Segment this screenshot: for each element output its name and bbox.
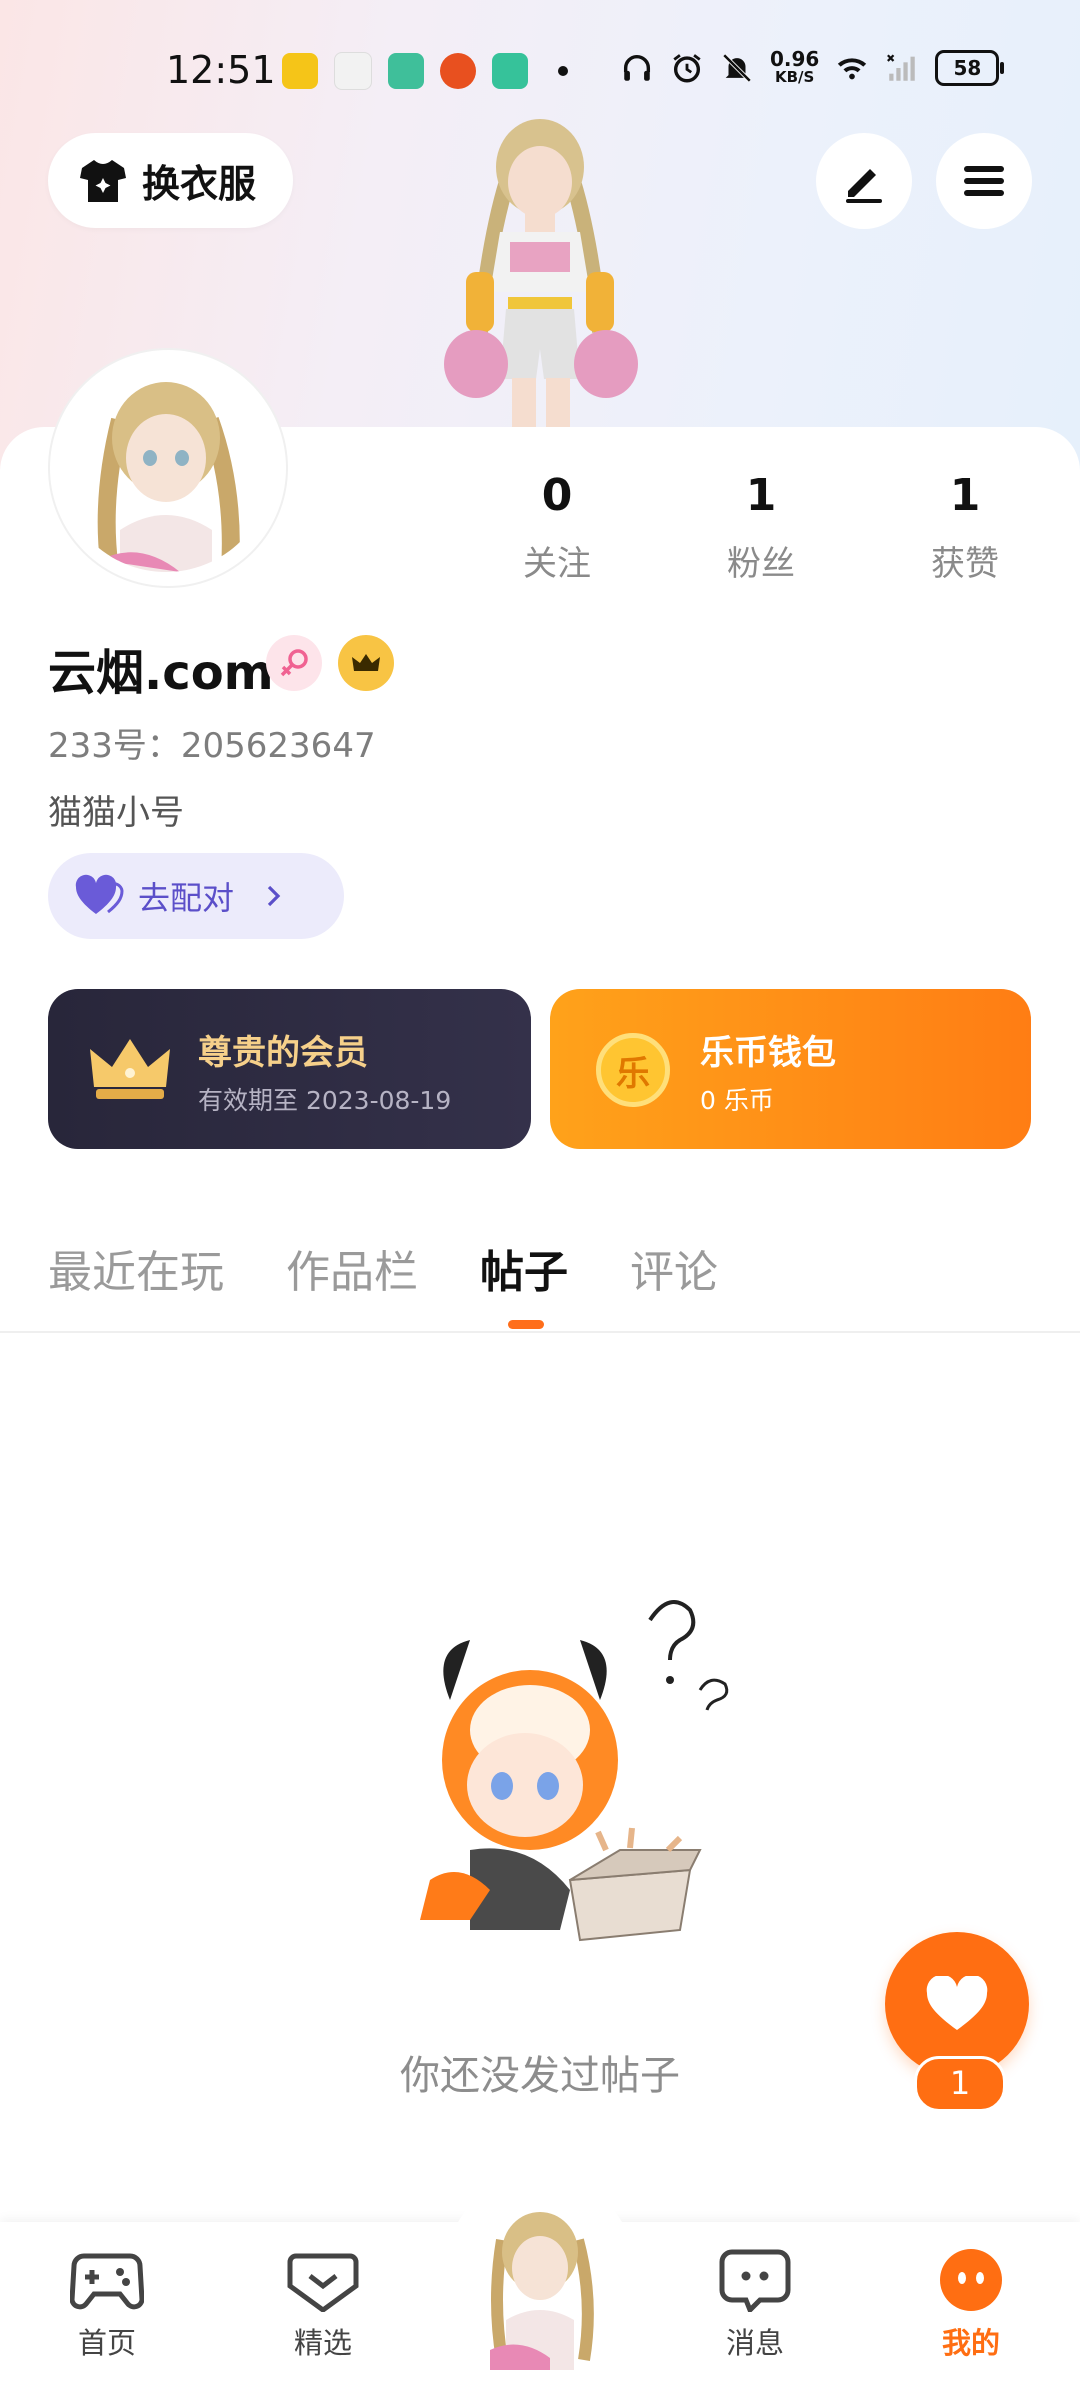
change-outfit-label: 换衣服 — [142, 162, 257, 206]
battery-level: 58 — [953, 56, 982, 80]
nav-home[interactable]: 首页 — [47, 2248, 167, 2362]
following-count: 0 — [541, 470, 573, 521]
active-tab-indicator — [508, 1320, 544, 1329]
username: 云烟.com — [48, 645, 274, 701]
wifi-icon — [838, 58, 867, 80]
stat-likes[interactable]: 1 获赞 — [890, 468, 1040, 585]
app-notification-icon — [334, 52, 372, 90]
likes-count: 1 — [949, 470, 981, 521]
nav-messages[interactable]: 消息 — [695, 2248, 815, 2362]
tshirt-icon — [80, 159, 126, 202]
network-speed-unit: KB/S — [775, 68, 815, 86]
system-icons: 0.96 KB/S 58 — [620, 47, 1005, 86]
nav-avatar[interactable] — [470, 2200, 610, 2370]
network-speed-value: 0.96 — [770, 47, 820, 71]
alarm-icon — [673, 54, 701, 83]
avatar-mini-image — [490, 2212, 594, 2370]
tabs-divider — [0, 1331, 1080, 1333]
mute-bell-icon — [722, 53, 752, 83]
chevron-right-icon — [267, 885, 281, 907]
following-label: 关注 — [523, 544, 591, 584]
tab-posts[interactable]: 帖子 — [480, 1236, 568, 1300]
wallet-balance: 0 乐币 — [700, 1086, 774, 1115]
empty-state-illustration — [420, 1600, 729, 1942]
app-notification-icon — [388, 53, 424, 89]
nav-me[interactable]: 我的 — [911, 2248, 1031, 2362]
vip-expiry: 有效期至 2023-08-19 — [198, 1086, 452, 1115]
profile-tabs: 最近在玩 作品栏 帖子 评论 — [48, 1236, 780, 1300]
like-count-badge: 1 — [914, 2056, 1006, 2112]
stat-following[interactable]: 0 关注 — [482, 468, 632, 585]
me-icon — [940, 2249, 1002, 2311]
chat-icon — [719, 2249, 791, 2315]
user-id: 233号：205623647 — [48, 726, 376, 766]
tab-recently-played[interactable]: 最近在玩 — [48, 1236, 224, 1300]
tab-comments[interactable]: 评论 — [630, 1236, 718, 1300]
pen-icon — [846, 169, 882, 203]
nav-messages-label: 消息 — [725, 2326, 784, 2360]
likes-label: 获赞 — [931, 544, 999, 584]
gamepad-icon — [69, 2253, 145, 2310]
nav-featured[interactable]: 精选 — [263, 2248, 383, 2362]
network-speed: 0.96 KB/S — [770, 47, 820, 86]
wallet-title: 乐币钱包 — [700, 1033, 836, 1073]
signal-icon — [887, 54, 916, 81]
heart-icon — [926, 1976, 988, 2030]
app-notification-icon — [440, 53, 476, 89]
avatar-image — [60, 360, 272, 572]
heart-badge-icon — [287, 2253, 359, 2314]
followers-label: 粉丝 — [727, 544, 795, 584]
vip-title: 尊贵的会员 — [198, 1033, 368, 1073]
status-bar: 12:51 0.96 KB/S 58 — [0, 40, 1080, 100]
nav-me-label: 我的 — [941, 2326, 1000, 2360]
app-notification-icon — [282, 53, 318, 89]
crown-badge-icon[interactable] — [338, 635, 394, 691]
nav-featured-label: 精选 — [293, 2326, 352, 2360]
headphones-icon — [623, 55, 651, 81]
avatar-character-illustration — [444, 119, 638, 432]
match-button[interactable]: 去配对 — [48, 853, 344, 939]
stat-followers[interactable]: 1 粉丝 — [686, 468, 836, 585]
crown-icon — [90, 1039, 170, 1099]
more-notifications-dot — [558, 66, 568, 76]
tab-works[interactable]: 作品栏 — [286, 1236, 418, 1300]
wallet-card[interactable]: 乐 乐币钱包 0 乐币 — [550, 989, 1031, 1149]
notification-icons — [282, 52, 568, 90]
change-outfit-button[interactable]: 换衣服 — [48, 133, 293, 228]
menu-button[interactable] — [936, 133, 1032, 229]
female-icon — [266, 635, 322, 691]
coin-icon: 乐 — [596, 1033, 670, 1107]
edit-profile-button[interactable] — [816, 133, 912, 229]
vip-membership-card[interactable]: 尊贵的会员 有效期至 2023-08-19 — [48, 989, 531, 1149]
menu-icon — [964, 166, 1004, 196]
battery-indicator: 58 — [935, 50, 1005, 86]
heart-icon — [75, 874, 124, 914]
avatar[interactable] — [60, 360, 272, 572]
followers-count: 1 — [745, 470, 777, 521]
like-floating-button[interactable] — [885, 1932, 1029, 2076]
user-bio: 猫猫小号 — [48, 793, 184, 833]
app-notification-icon — [492, 53, 528, 89]
match-label: 去配对 — [138, 879, 235, 917]
nav-home-label: 首页 — [77, 2326, 136, 2360]
status-time: 12:51 — [166, 48, 276, 92]
